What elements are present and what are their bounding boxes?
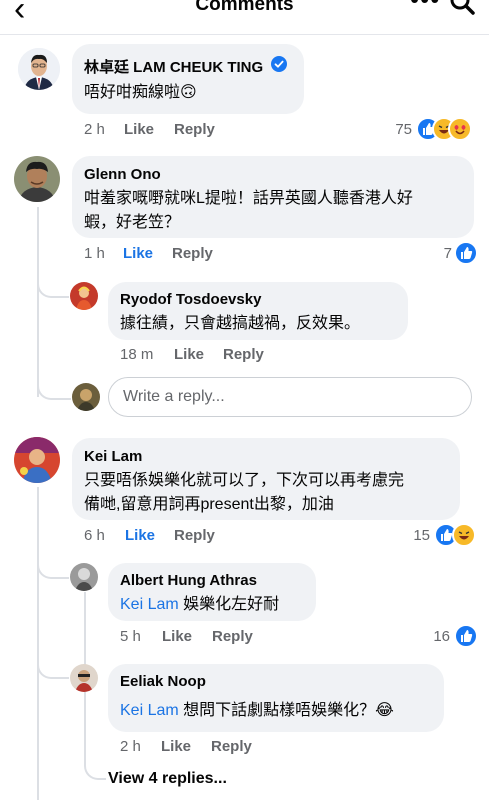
comment-author[interactable]: Kei Lam — [84, 448, 142, 465]
thread-connector — [84, 690, 106, 780]
like-reaction-icon — [454, 624, 478, 648]
reaction-count[interactable]: 16 — [418, 628, 450, 645]
mention-link[interactable]: Kei Lam — [120, 596, 179, 613]
reply-button[interactable]: Reply — [212, 628, 253, 645]
comment-text-content: 想問下話劇點樣唔娛樂化？😂 — [178, 702, 394, 719]
thread-line — [84, 592, 86, 672]
mention-link[interactable]: Kei Lam — [120, 702, 179, 719]
like-button[interactable]: Like — [123, 245, 153, 262]
reply-button[interactable]: Reply — [174, 527, 215, 544]
reply-button[interactable]: Reply — [172, 245, 213, 262]
comment-time: 2 h — [120, 738, 141, 755]
thread-connector — [37, 650, 69, 679]
comment-time: 18 m — [120, 346, 154, 363]
comment-text-line2: 備哋,留意用詞再present出黎，加油 — [84, 496, 334, 513]
like-button[interactable]: Like — [124, 121, 154, 138]
reply-bubble: Ryodof Tosdoevsky 據往績，只會越搞越禍，反效果。 — [108, 282, 408, 340]
avatar[interactable] — [14, 437, 60, 483]
reaction-count[interactable]: 15 — [398, 527, 430, 544]
comment-text: 據往績，只會越搞越禍，反效果。 — [120, 315, 361, 332]
comment-time: 2 h — [84, 121, 105, 138]
comment-actions: 18 m Like Reply — [120, 346, 420, 366]
avatar[interactable] — [70, 563, 98, 591]
haha-reaction-icon — [452, 523, 476, 547]
comment-author[interactable]: Glenn Ono — [84, 166, 161, 183]
reply-button[interactable]: Reply — [211, 738, 252, 755]
comment-time: 6 h — [84, 527, 105, 544]
view-more-replies-link[interactable]: View 4 replies... — [108, 770, 227, 788]
comment-text-content: 娛樂化左好耐 — [178, 596, 280, 613]
comment-bubble: Glenn Ono 咁羞家嘅嘢就咪L提啦！話畀英國人聽香港人好 蝦，好老笠？ — [72, 156, 474, 238]
like-reaction-icon — [454, 241, 478, 265]
avatar[interactable] — [18, 48, 60, 90]
comment-author[interactable]: Eeliak Noop — [120, 673, 206, 690]
comment-author[interactable]: 林卓廷 LAM CHEUK TING — [84, 56, 263, 77]
reply-bubble: Albert Hung Athras Kei Lam 娛樂化左好耐 — [108, 563, 316, 621]
comment-text: 唔好咁痴線啦🙃 — [84, 84, 197, 101]
my-avatar — [72, 383, 100, 411]
more-options-icon[interactable]: ••• — [410, 0, 440, 15]
comment-actions: 5 h Like Reply — [120, 628, 420, 648]
like-button[interactable]: Like — [161, 738, 191, 755]
like-button[interactable]: Like — [162, 628, 192, 645]
comment-text: Kei Lam 想問下話劇點樣唔娛樂化？😂 — [120, 698, 394, 724]
thread-connector — [37, 372, 71, 400]
like-button[interactable]: Like — [125, 527, 155, 544]
thread-connector — [37, 550, 69, 579]
thread-line — [37, 487, 39, 800]
reply-button[interactable]: Reply — [223, 346, 264, 363]
heart-eyes-reaction-icon — [448, 117, 472, 141]
like-button[interactable]: Like — [174, 346, 204, 363]
comment-actions: 2 h Like Reply — [120, 738, 420, 758]
thread-connector — [37, 270, 69, 298]
comment-text: Kei Lam 娛樂化左好耐 — [120, 592, 279, 618]
reaction-count[interactable]: 75 — [380, 121, 412, 138]
thread-line — [37, 207, 39, 397]
reply-button[interactable]: Reply — [174, 121, 215, 138]
comment-text-line2: 蝦，好老笠？ — [84, 214, 181, 231]
avatar[interactable] — [70, 282, 98, 310]
comment-time: 5 h — [120, 628, 141, 645]
comment-author[interactable]: Ryodof Tosdoevsky — [120, 291, 261, 308]
reply-bubble: Eeliak Noop Kei Lam 想問下話劇點樣唔娛樂化？😂 — [108, 664, 444, 732]
reply-input[interactable]: Write a reply... — [108, 377, 472, 417]
comment-time: 1 h — [84, 245, 105, 262]
comment-text-line1: 咁羞家嘅嘢就咪L提啦！話畀英國人聽香港人好 — [84, 190, 413, 207]
avatar[interactable] — [70, 664, 98, 692]
comment-author[interactable]: Albert Hung Athras — [120, 572, 257, 589]
comment-bubble: 林卓廷 LAM CHEUK TING 唔好咁痴線啦🙃 — [72, 44, 304, 114]
verified-badge-icon — [271, 56, 287, 72]
comment-text-line1: 只要唔係娛樂化就可以了，下次可以再考慮完 — [84, 472, 405, 489]
top-bar: ‹ Comments ••• — [0, 0, 489, 35]
search-icon[interactable] — [450, 0, 476, 16]
comment-bubble: Kei Lam 只要唔係娛樂化就可以了，下次可以再考慮完 備哋,留意用詞再pre… — [72, 438, 460, 520]
avatar[interactable] — [14, 156, 60, 202]
reaction-count[interactable]: 7 — [420, 245, 452, 262]
